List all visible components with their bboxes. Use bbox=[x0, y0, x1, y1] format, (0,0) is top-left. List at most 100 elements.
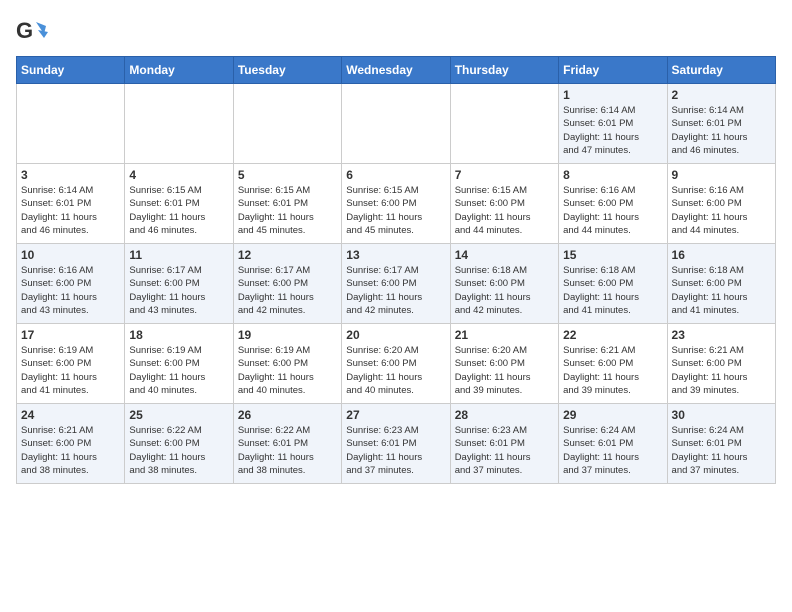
calendar-cell: 28 Sunrise: 6:23 AMSunset: 6:01 PMDayligh… bbox=[450, 404, 558, 484]
calendar-cell: 29 Sunrise: 6:24 AMSunset: 6:01 PMDayligh… bbox=[559, 404, 667, 484]
day-info: Sunrise: 6:23 AMSunset: 6:01 PMDaylight:… bbox=[346, 424, 445, 477]
calendar-cell: 5 Sunrise: 6:15 AMSunset: 6:01 PMDaylight… bbox=[233, 164, 341, 244]
day-number: 26 bbox=[238, 408, 337, 422]
calendar-cell: 8 Sunrise: 6:16 AMSunset: 6:00 PMDaylight… bbox=[559, 164, 667, 244]
day-number: 13 bbox=[346, 248, 445, 262]
day-number: 18 bbox=[129, 328, 228, 342]
calendar-cell: 3 Sunrise: 6:14 AMSunset: 6:01 PMDaylight… bbox=[17, 164, 125, 244]
day-info: Sunrise: 6:19 AMSunset: 6:00 PMDaylight:… bbox=[21, 344, 120, 397]
day-info: Sunrise: 6:24 AMSunset: 6:01 PMDaylight:… bbox=[672, 424, 771, 477]
calendar-cell: 27 Sunrise: 6:23 AMSunset: 6:01 PMDayligh… bbox=[342, 404, 450, 484]
day-info: Sunrise: 6:22 AMSunset: 6:01 PMDaylight:… bbox=[238, 424, 337, 477]
day-info: Sunrise: 6:15 AMSunset: 6:00 PMDaylight:… bbox=[455, 184, 554, 237]
day-info: Sunrise: 6:21 AMSunset: 6:00 PMDaylight:… bbox=[21, 424, 120, 477]
day-info: Sunrise: 6:20 AMSunset: 6:00 PMDaylight:… bbox=[455, 344, 554, 397]
calendar-cell: 7 Sunrise: 6:15 AMSunset: 6:00 PMDaylight… bbox=[450, 164, 558, 244]
day-info: Sunrise: 6:21 AMSunset: 6:00 PMDaylight:… bbox=[563, 344, 662, 397]
day-info: Sunrise: 6:15 AMSunset: 6:01 PMDaylight:… bbox=[238, 184, 337, 237]
calendar-cell: 17 Sunrise: 6:19 AMSunset: 6:00 PMDayligh… bbox=[17, 324, 125, 404]
day-info: Sunrise: 6:21 AMSunset: 6:00 PMDaylight:… bbox=[672, 344, 771, 397]
day-number: 9 bbox=[672, 168, 771, 182]
day-number: 3 bbox=[21, 168, 120, 182]
calendar-cell: 9 Sunrise: 6:16 AMSunset: 6:00 PMDaylight… bbox=[667, 164, 775, 244]
day-info: Sunrise: 6:17 AMSunset: 6:00 PMDaylight:… bbox=[346, 264, 445, 317]
day-number: 23 bbox=[672, 328, 771, 342]
day-number: 7 bbox=[455, 168, 554, 182]
calendar-cell: 20Sunrise: 6:20 AMSunset: 6:00 PMDayligh… bbox=[342, 324, 450, 404]
day-number: 27 bbox=[346, 408, 445, 422]
calendar-cell: 1 Sunrise: 6:14 AMSunset: 6:01 PMDaylight… bbox=[559, 84, 667, 164]
calendar-cell: 23 Sunrise: 6:21 AMSunset: 6:00 PMDayligh… bbox=[667, 324, 775, 404]
day-info: Sunrise: 6:14 AMSunset: 6:01 PMDaylight:… bbox=[21, 184, 120, 237]
day-number: 24 bbox=[21, 408, 120, 422]
day-number: 22 bbox=[563, 328, 662, 342]
day-info: Sunrise: 6:22 AMSunset: 6:00 PMDaylight:… bbox=[129, 424, 228, 477]
calendar-cell: 22 Sunrise: 6:21 AMSunset: 6:00 PMDayligh… bbox=[559, 324, 667, 404]
day-number: 29 bbox=[563, 408, 662, 422]
day-number: 21 bbox=[455, 328, 554, 342]
logo: G bbox=[16, 16, 52, 48]
day-number: 15 bbox=[563, 248, 662, 262]
svg-text:G: G bbox=[16, 18, 33, 43]
calendar-cell: 2 Sunrise: 6:14 AMSunset: 6:01 PMDaylight… bbox=[667, 84, 775, 164]
day-info: Sunrise: 6:19 AMSunset: 6:00 PMDaylight:… bbox=[129, 344, 228, 397]
calendar-cell: 18 Sunrise: 6:19 AMSunset: 6:00 PMDayligh… bbox=[125, 324, 233, 404]
day-info: Sunrise: 6:18 AMSunset: 6:00 PMDaylight:… bbox=[563, 264, 662, 317]
calendar-cell bbox=[233, 84, 341, 164]
day-info: Sunrise: 6:14 AMSunset: 6:01 PMDaylight:… bbox=[563, 104, 662, 157]
day-info: Sunrise: 6:16 AMSunset: 6:00 PMDaylight:… bbox=[21, 264, 120, 317]
column-header-tuesday: Tuesday bbox=[233, 57, 341, 84]
calendar-cell bbox=[125, 84, 233, 164]
calendar-cell: 6Sunrise: 6:15 AMSunset: 6:00 PMDaylight… bbox=[342, 164, 450, 244]
day-number: 12 bbox=[238, 248, 337, 262]
day-number: 25 bbox=[129, 408, 228, 422]
calendar-cell bbox=[17, 84, 125, 164]
calendar-table: SundayMondayTuesdayWednesdayThursdayFrid… bbox=[16, 56, 776, 484]
day-number: 5 bbox=[238, 168, 337, 182]
calendar-cell: 15 Sunrise: 6:18 AMSunset: 6:00 PMDayligh… bbox=[559, 244, 667, 324]
day-info: Sunrise: 6:17 AMSunset: 6:00 PMDaylight:… bbox=[238, 264, 337, 317]
day-info: Sunrise: 6:20 AMSunset: 6:00 PMDaylight:… bbox=[346, 344, 445, 397]
calendar-cell: 12 Sunrise: 6:17 AMSunset: 6:00 PMDayligh… bbox=[233, 244, 341, 324]
day-info: Sunrise: 6:24 AMSunset: 6:01 PMDaylight:… bbox=[563, 424, 662, 477]
day-info: Sunrise: 6:18 AMSunset: 6:00 PMDaylight:… bbox=[672, 264, 771, 317]
column-header-sunday: Sunday bbox=[17, 57, 125, 84]
day-number: 28 bbox=[455, 408, 554, 422]
calendar-cell: 19Sunrise: 6:19 AMSunset: 6:00 PMDayligh… bbox=[233, 324, 341, 404]
calendar-cell bbox=[450, 84, 558, 164]
day-number: 1 bbox=[563, 88, 662, 102]
day-info: Sunrise: 6:23 AMSunset: 6:01 PMDaylight:… bbox=[455, 424, 554, 477]
day-number: 16 bbox=[672, 248, 771, 262]
day-number: 4 bbox=[129, 168, 228, 182]
day-number: 17 bbox=[21, 328, 120, 342]
day-info: Sunrise: 6:18 AMSunset: 6:00 PMDaylight:… bbox=[455, 264, 554, 317]
calendar-cell: 13 Sunrise: 6:17 AMSunset: 6:00 PMDayligh… bbox=[342, 244, 450, 324]
logo-icon: G bbox=[16, 16, 48, 48]
column-header-wednesday: Wednesday bbox=[342, 57, 450, 84]
column-header-saturday: Saturday bbox=[667, 57, 775, 84]
day-number: 8 bbox=[563, 168, 662, 182]
day-info: Sunrise: 6:14 AMSunset: 6:01 PMDaylight:… bbox=[672, 104, 771, 157]
calendar-cell: 10 Sunrise: 6:16 AMSunset: 6:00 PMDayligh… bbox=[17, 244, 125, 324]
calendar-cell: 14Sunrise: 6:18 AMSunset: 6:00 PMDayligh… bbox=[450, 244, 558, 324]
day-number: 10 bbox=[21, 248, 120, 262]
day-number: 11 bbox=[129, 248, 228, 262]
day-info: Sunrise: 6:16 AMSunset: 6:00 PMDaylight:… bbox=[563, 184, 662, 237]
calendar-cell: 16 Sunrise: 6:18 AMSunset: 6:00 PMDayligh… bbox=[667, 244, 775, 324]
page-header: G bbox=[16, 16, 776, 48]
day-info: Sunrise: 6:17 AMSunset: 6:00 PMDaylight:… bbox=[129, 264, 228, 317]
calendar-cell: 25 Sunrise: 6:22 AMSunset: 6:00 PMDayligh… bbox=[125, 404, 233, 484]
column-header-thursday: Thursday bbox=[450, 57, 558, 84]
column-header-monday: Monday bbox=[125, 57, 233, 84]
calendar-cell bbox=[342, 84, 450, 164]
calendar-cell: 30Sunrise: 6:24 AMSunset: 6:01 PMDayligh… bbox=[667, 404, 775, 484]
day-info: Sunrise: 6:15 AMSunset: 6:00 PMDaylight:… bbox=[346, 184, 445, 237]
day-info: Sunrise: 6:16 AMSunset: 6:00 PMDaylight:… bbox=[672, 184, 771, 237]
day-number: 2 bbox=[672, 88, 771, 102]
column-header-friday: Friday bbox=[559, 57, 667, 84]
calendar-cell: 11 Sunrise: 6:17 AMSunset: 6:00 PMDayligh… bbox=[125, 244, 233, 324]
calendar-cell: 26 Sunrise: 6:22 AMSunset: 6:01 PMDayligh… bbox=[233, 404, 341, 484]
calendar-cell: 24 Sunrise: 6:21 AMSunset: 6:00 PMDayligh… bbox=[17, 404, 125, 484]
calendar-cell: 21 Sunrise: 6:20 AMSunset: 6:00 PMDayligh… bbox=[450, 324, 558, 404]
calendar-cell: 4Sunrise: 6:15 AMSunset: 6:01 PMDaylight… bbox=[125, 164, 233, 244]
